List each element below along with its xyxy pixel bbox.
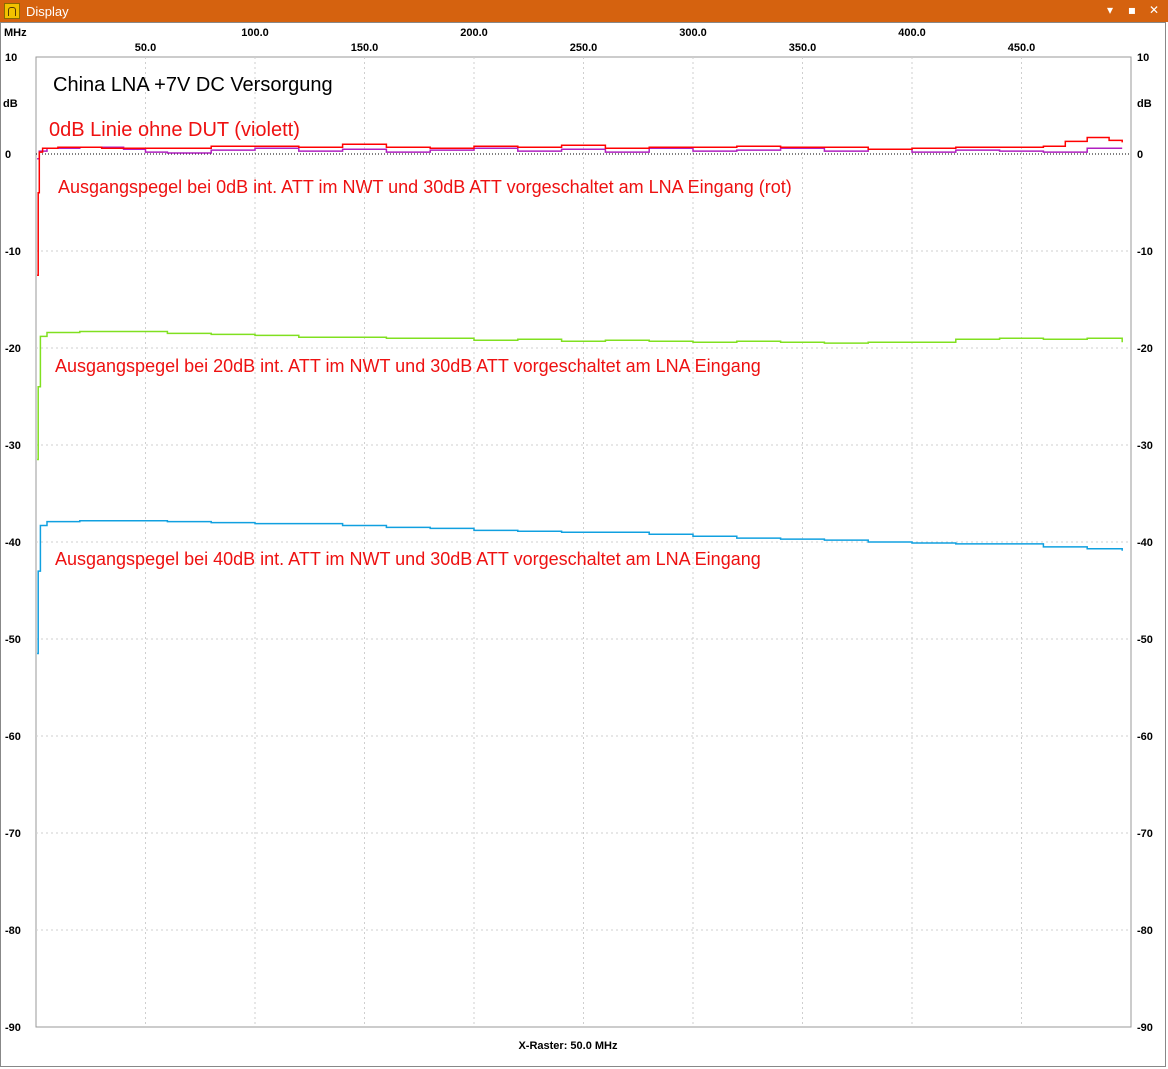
x-unit-label: MHz: [4, 27, 27, 39]
x-tick-label: 200.0: [460, 27, 488, 39]
x-tick-label: 350.0: [789, 42, 817, 54]
y-tick-label-right: -50: [1137, 634, 1153, 646]
y-axis-ticks-right: 10 0 -10 -20 -30 -40 -50 -60 -70 -80 -90: [1137, 52, 1153, 1034]
app-icon: [4, 3, 20, 19]
violet-note: 0dB Linie ohne DUT (violett): [49, 119, 300, 141]
window-controls: ▾ ▪ ✕: [1102, 1, 1162, 19]
green-note: Ausgangspegel bei 20dB int. ATT im NWT u…: [55, 356, 761, 376]
y-tick-label-right: -10: [1137, 246, 1153, 258]
y-tick-label-right: -70: [1137, 828, 1153, 840]
sweep-chart: 50.0 100.0 150.0 200.0 250.0 300.0 350.0 400.0 4…: [3, 27, 1153, 1052]
x-raster-label: X-Raster: 50.0 MHz: [518, 1040, 618, 1052]
blue-note: Ausgangspegel bei 40dB int. ATT im NWT u…: [55, 549, 761, 569]
y-tick-label-left: -90: [5, 1022, 21, 1034]
y-unit-label-left: dB: [3, 98, 18, 110]
y-tick-label-right: 0: [1137, 149, 1143, 161]
x-tick-label: 50.0: [135, 42, 156, 54]
y-tick-label-right: -20: [1137, 343, 1153, 355]
chart-title-annotation: China LNA +7V DC Versorgung: [53, 74, 333, 96]
y-tick-label-left: -20: [5, 343, 21, 355]
y-tick-label-left: -70: [5, 828, 21, 840]
x-tick-label: 400.0: [898, 27, 926, 39]
y-tick-label-right: -90: [1137, 1022, 1153, 1034]
y-tick-label-left: 0: [5, 149, 11, 161]
y-tick-label-right: -60: [1137, 731, 1153, 743]
y-tick-label-right: -80: [1137, 925, 1153, 937]
y-tick-label-right: 10: [1137, 52, 1149, 64]
y-axis-ticks-left: 10 0 -10 -20 -30 -40 -50 -60 -70 -80 -90: [5, 52, 21, 1034]
y-unit-label-right: dB: [1137, 98, 1152, 110]
y-tick-label-left: -10: [5, 246, 21, 258]
x-tick-label: 250.0: [570, 42, 598, 54]
y-tick-label-left: -60: [5, 731, 21, 743]
x-tick-label: 100.0: [241, 27, 269, 39]
x-tick-label: 300.0: [679, 27, 707, 39]
close-icon[interactable]: ✕: [1146, 1, 1162, 19]
series-line-red: [37, 136, 1123, 277]
grid: [35, 56, 1132, 1028]
maximize-icon[interactable]: ▪: [1124, 1, 1140, 19]
red-note: Ausgangspegel bei 0dB int. ATT im NWT un…: [58, 177, 792, 197]
series-group: [37, 136, 1123, 655]
y-tick-label-left: -50: [5, 634, 21, 646]
x-axis-ticks: 50.0 100.0 150.0 200.0 250.0 300.0 350.0 400.0 4…: [135, 27, 1035, 54]
y-tick-label-left: 10: [5, 52, 17, 64]
window-title: Display: [26, 3, 69, 19]
minimize-icon[interactable]: ▾: [1102, 1, 1118, 19]
series-line-green: [37, 330, 1123, 461]
x-tick-label: 150.0: [351, 42, 379, 54]
y-tick-label-left: -80: [5, 925, 21, 937]
x-tick-label: 450.0: [1008, 42, 1036, 54]
y-tick-label-left: -40: [5, 537, 21, 549]
y-tick-label-right: -30: [1137, 440, 1153, 452]
y-tick-label-left: -30: [5, 440, 21, 452]
series-line-blue: [37, 519, 1123, 655]
y-tick-label-right: -40: [1137, 537, 1153, 549]
window-titlebar: Display ▾ ▪ ✕: [0, 0, 1168, 22]
